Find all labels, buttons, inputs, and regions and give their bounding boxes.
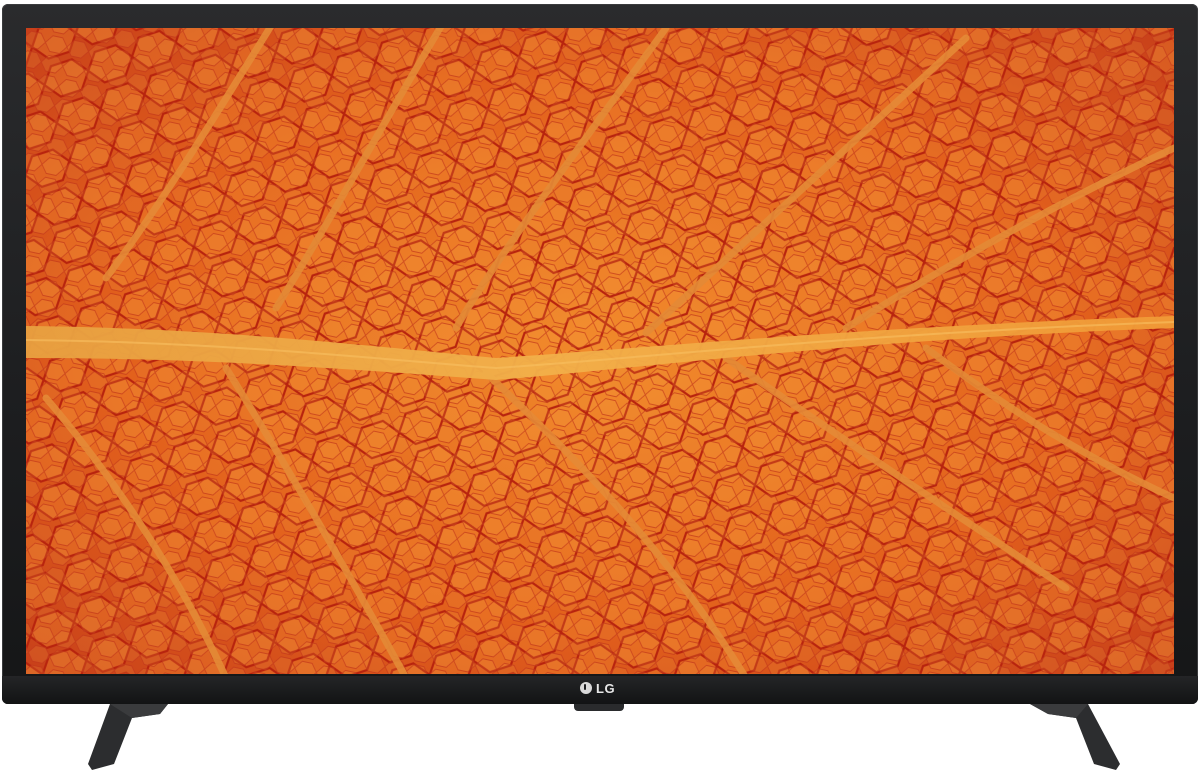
ir-receiver — [574, 704, 624, 711]
tv-screen — [26, 28, 1174, 674]
left-stand-foot — [88, 704, 168, 770]
leaf-wallpaper-image — [26, 28, 1174, 674]
television: LG — [0, 0, 1200, 773]
lg-logo: LG — [580, 680, 615, 696]
right-stand-foot — [1030, 704, 1120, 770]
lg-logo-icon — [580, 682, 592, 694]
lg-logo-text: LG — [596, 680, 616, 696]
